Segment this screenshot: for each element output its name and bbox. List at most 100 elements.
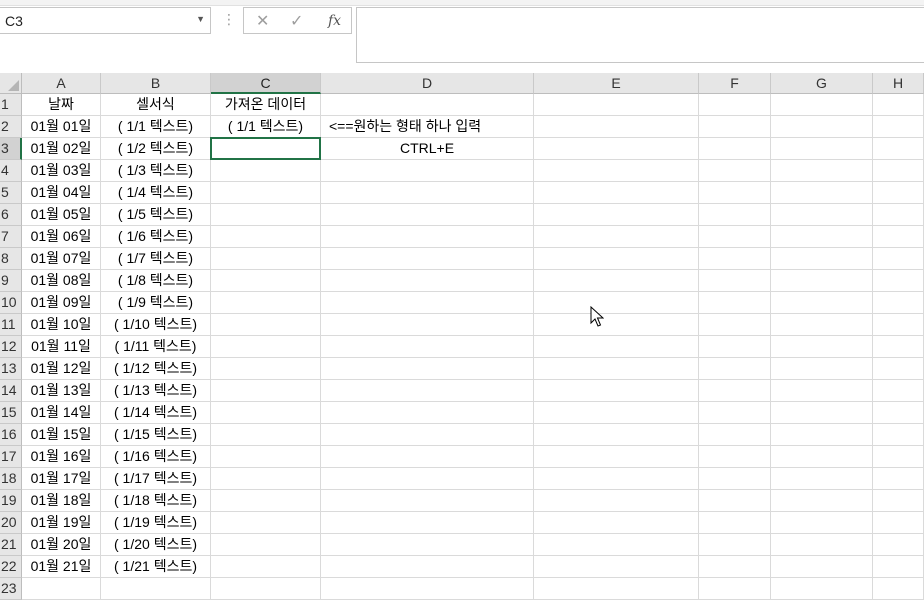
cell-h1[interactable]: [873, 94, 924, 116]
cell-c18[interactable]: [211, 468, 321, 490]
cell-e20[interactable]: [534, 512, 699, 534]
cell-h9[interactable]: [873, 270, 924, 292]
cell-b14[interactable]: ( 1/13 텍스트): [101, 380, 211, 402]
cell-a1[interactable]: 날짜: [22, 94, 101, 116]
cell-e11[interactable]: [534, 314, 699, 336]
cell-h2[interactable]: [873, 116, 924, 138]
cell-d13[interactable]: [321, 358, 534, 380]
cell-d5[interactable]: [321, 182, 534, 204]
cell-f9[interactable]: [699, 270, 771, 292]
cell-e2[interactable]: [534, 116, 699, 138]
cell-a3[interactable]: 01월 02일: [22, 138, 101, 160]
cell-e14[interactable]: [534, 380, 699, 402]
cell-f10[interactable]: [699, 292, 771, 314]
row-header-22[interactable]: 22: [0, 556, 22, 578]
cell-f15[interactable]: [699, 402, 771, 424]
cell-c3[interactable]: [211, 138, 321, 160]
cell-b16[interactable]: ( 1/15 텍스트): [101, 424, 211, 446]
row-header-7[interactable]: 7: [0, 226, 22, 248]
cell-d3[interactable]: CTRL+E: [321, 138, 534, 160]
column-header-d[interactable]: D: [321, 73, 534, 94]
cell-h21[interactable]: [873, 534, 924, 556]
cell-b23[interactable]: [101, 578, 211, 600]
cell-e22[interactable]: [534, 556, 699, 578]
cell-f13[interactable]: [699, 358, 771, 380]
column-header-g[interactable]: G: [771, 73, 873, 94]
row-header-13[interactable]: 13: [0, 358, 22, 380]
cell-h8[interactable]: [873, 248, 924, 270]
cell-h13[interactable]: [873, 358, 924, 380]
row-header-20[interactable]: 20: [0, 512, 22, 534]
cell-f14[interactable]: [699, 380, 771, 402]
cell-a4[interactable]: 01월 03일: [22, 160, 101, 182]
row-header-9[interactable]: 9: [0, 270, 22, 292]
cell-e5[interactable]: [534, 182, 699, 204]
cell-b3[interactable]: ( 1/2 텍스트): [101, 138, 211, 160]
column-header-a[interactable]: A: [22, 73, 101, 94]
cell-e4[interactable]: [534, 160, 699, 182]
cell-g22[interactable]: [771, 556, 873, 578]
cell-b4[interactable]: ( 1/3 텍스트): [101, 160, 211, 182]
cell-d7[interactable]: [321, 226, 534, 248]
cell-g15[interactable]: [771, 402, 873, 424]
cell-c13[interactable]: [211, 358, 321, 380]
cell-h15[interactable]: [873, 402, 924, 424]
cell-b17[interactable]: ( 1/16 텍스트): [101, 446, 211, 468]
cell-g11[interactable]: [771, 314, 873, 336]
cell-b9[interactable]: ( 1/8 텍스트): [101, 270, 211, 292]
row-header-1[interactable]: 1: [0, 94, 22, 116]
cell-g21[interactable]: [771, 534, 873, 556]
cell-b22[interactable]: ( 1/21 텍스트): [101, 556, 211, 578]
cell-a6[interactable]: 01월 05일: [22, 204, 101, 226]
cell-h12[interactable]: [873, 336, 924, 358]
cell-c4[interactable]: [211, 160, 321, 182]
cell-a10[interactable]: 01월 09일: [22, 292, 101, 314]
cell-c12[interactable]: [211, 336, 321, 358]
cell-c15[interactable]: [211, 402, 321, 424]
cell-d6[interactable]: [321, 204, 534, 226]
row-header-17[interactable]: 17: [0, 446, 22, 468]
cell-h20[interactable]: [873, 512, 924, 534]
cell-c22[interactable]: [211, 556, 321, 578]
cell-f20[interactable]: [699, 512, 771, 534]
cell-e18[interactable]: [534, 468, 699, 490]
cell-f8[interactable]: [699, 248, 771, 270]
formula-bar-input[interactable]: [356, 7, 924, 63]
insert-function-icon[interactable]: fx: [328, 13, 341, 29]
cell-a21[interactable]: 01월 20일: [22, 534, 101, 556]
cell-b20[interactable]: ( 1/19 텍스트): [101, 512, 211, 534]
cell-e9[interactable]: [534, 270, 699, 292]
cell-b1[interactable]: 셀서식: [101, 94, 211, 116]
cell-e12[interactable]: [534, 336, 699, 358]
cell-c20[interactable]: [211, 512, 321, 534]
cell-h4[interactable]: [873, 160, 924, 182]
row-header-5[interactable]: 5: [0, 182, 22, 204]
cell-h18[interactable]: [873, 468, 924, 490]
cell-d14[interactable]: [321, 380, 534, 402]
cell-h16[interactable]: [873, 424, 924, 446]
cell-h3[interactable]: [873, 138, 924, 160]
cell-a11[interactable]: 01월 10일: [22, 314, 101, 336]
cell-g8[interactable]: [771, 248, 873, 270]
row-header-10[interactable]: 10: [0, 292, 22, 314]
cell-g16[interactable]: [771, 424, 873, 446]
cell-a2[interactable]: 01월 01일: [22, 116, 101, 138]
cell-c23[interactable]: [211, 578, 321, 600]
cell-e13[interactable]: [534, 358, 699, 380]
row-header-21[interactable]: 21: [0, 534, 22, 556]
cell-g19[interactable]: [771, 490, 873, 512]
cell-b12[interactable]: ( 1/11 텍스트): [101, 336, 211, 358]
cell-b21[interactable]: ( 1/20 텍스트): [101, 534, 211, 556]
cell-b13[interactable]: ( 1/12 텍스트): [101, 358, 211, 380]
cell-a17[interactable]: 01월 16일: [22, 446, 101, 468]
cell-c9[interactable]: [211, 270, 321, 292]
cell-e17[interactable]: [534, 446, 699, 468]
column-header-h[interactable]: H: [873, 73, 924, 94]
cell-e3[interactable]: [534, 138, 699, 160]
cell-e8[interactable]: [534, 248, 699, 270]
column-header-c[interactable]: C: [211, 73, 321, 94]
cell-f2[interactable]: [699, 116, 771, 138]
enter-icon[interactable]: ✓: [290, 11, 303, 31]
cell-g1[interactable]: [771, 94, 873, 116]
cell-d21[interactable]: [321, 534, 534, 556]
